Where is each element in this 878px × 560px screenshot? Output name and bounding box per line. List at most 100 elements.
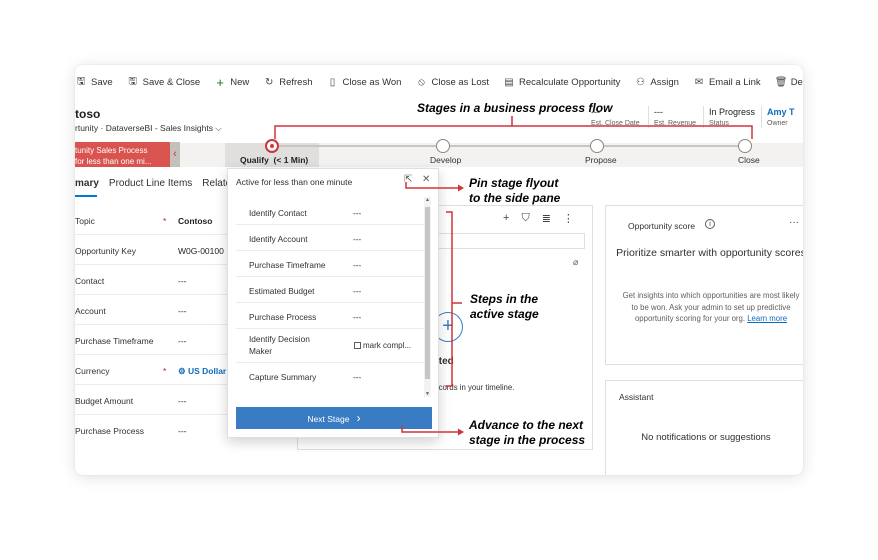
topic-field[interactable]: Contoso	[178, 216, 212, 226]
new-label: New	[230, 76, 250, 88]
recalculate-label: Recalculate Opportunity	[519, 76, 621, 88]
field-label: Opportunity Key	[75, 246, 136, 256]
mark-complete-checkbox[interactable]: mark compl...	[354, 341, 411, 350]
form-row-opportunity-key: Opportunity Key W0G-00100	[75, 235, 230, 265]
flyout-scrollbar[interactable]: ▲ ▼	[424, 197, 431, 397]
filter-icon[interactable]: ⛉	[521, 212, 529, 225]
stage-qualify-duration: (< 1 Min)	[273, 155, 309, 165]
step-identify-decision-maker[interactable]: Identify Decision Maker mark compl...	[236, 329, 424, 363]
close-as-won-label: Close as Won	[342, 76, 402, 88]
scroll-up-icon[interactable]: ▲	[424, 197, 431, 203]
step-purchase-timeframe[interactable]: Purchase Timeframe ---	[236, 251, 424, 277]
tab-summary[interactable]: mary	[75, 178, 99, 189]
delete-label: Delete	[790, 76, 803, 88]
step-value: ---	[353, 208, 362, 218]
annotation-pin-flyout: Pin stage flyout to the side pane	[469, 176, 560, 206]
step-identify-account[interactable]: Identify Account ---	[236, 225, 424, 251]
step-value: ---	[353, 372, 362, 382]
refresh-label: Refresh	[279, 76, 313, 88]
add-timeline-icon[interactable]: +	[503, 212, 509, 225]
step-capture-summary[interactable]: Capture Summary ---	[236, 363, 424, 389]
step-purchase-process[interactable]: Purchase Process ---	[236, 303, 424, 329]
close-as-won-button[interactable]: ▯ Close as Won	[327, 65, 402, 99]
assign-button[interactable]: ⚇ Assign	[634, 65, 679, 99]
info-icon[interactable]: i	[705, 219, 715, 229]
sort-list-icon[interactable]: ≣	[542, 212, 551, 225]
annotation-advance: Advance to the next stage in the process	[469, 418, 585, 448]
purchase-process-field[interactable]: ---	[178, 426, 187, 436]
learn-more-link[interactable]: Learn more	[747, 314, 787, 323]
field-label: Currency	[75, 366, 110, 376]
more-icon[interactable]: ⋮	[563, 212, 574, 225]
stage-close[interactable]: Close	[738, 155, 760, 165]
next-stage-button[interactable]: Next Stage ›	[236, 407, 432, 429]
pin-flyout-icon[interactable]: ⇱	[404, 174, 412, 185]
stage-develop[interactable]: Develop	[430, 155, 461, 165]
stage-marker-close[interactable]	[738, 139, 752, 153]
account-field[interactable]: ---	[178, 306, 187, 316]
currency-icon: ⚙	[178, 366, 188, 376]
save-button[interactable]: 🖫 Save	[75, 65, 113, 99]
timeline-search-input[interactable]	[438, 233, 585, 249]
checkbox-label: mark compl...	[363, 341, 412, 350]
close-icon[interactable]: ✕	[422, 174, 430, 185]
assistant-card: Assistant No notifications or suggestion…	[605, 380, 803, 475]
owner-link[interactable]: Amy T	[767, 107, 795, 117]
paperclip-icon[interactable]: ⌀	[573, 257, 578, 268]
form-row-budget-amount: Budget Amount ---	[75, 385, 230, 415]
stage-marker-develop[interactable]	[436, 139, 450, 153]
calculator-icon: ▤	[504, 76, 514, 88]
stage-marker-qualify[interactable]	[265, 139, 279, 153]
field-label: Purchase Process	[75, 426, 144, 436]
contact-field[interactable]: ---	[178, 276, 187, 286]
status-label: Status	[709, 120, 729, 127]
stage-qualify-label: Qualify	[240, 155, 269, 165]
score-heading: Prioritize smarter with opportunity scor…	[616, 247, 803, 259]
process-badge-title: tunity Sales Process	[75, 146, 148, 155]
est-revenue-label: Est. Revenue	[654, 120, 697, 127]
stage-marker-propose[interactable]	[590, 139, 604, 153]
close-as-lost-label: Close as Lost	[431, 76, 490, 88]
scroll-down-icon[interactable]: ▼	[424, 391, 431, 397]
annotation-steps-line1: Steps in the	[470, 292, 539, 306]
selected-tab-indicator	[75, 195, 97, 197]
new-button[interactable]: + New	[214, 65, 249, 99]
score-title: Opportunity score	[628, 221, 696, 231]
more-icon[interactable]: ···	[789, 217, 799, 228]
annotation-advance-line1: Advance to the next	[469, 418, 584, 432]
stage-propose[interactable]: Propose	[585, 155, 617, 165]
est-close-date-label: Est. Close Date	[591, 120, 640, 127]
save-close-button[interactable]: 🖫 Save & Close	[127, 65, 200, 99]
step-identify-contact[interactable]: Identify Contact ---	[236, 199, 424, 225]
summary-form: Topic * Contoso Opportunity Key W0G-00100 C…	[75, 205, 230, 445]
field-label: Contact	[75, 276, 105, 286]
currency-field[interactable]: ⚙ US Dollar	[178, 366, 226, 377]
budget-amount-field[interactable]: ---	[178, 396, 187, 406]
required-marker: *	[163, 216, 167, 226]
refresh-button[interactable]: ↻ Refresh	[263, 65, 312, 99]
save-icon: 🖫	[76, 75, 86, 87]
email-link-button[interactable]: ✉ Email a Link	[693, 65, 761, 99]
header-divider	[703, 106, 704, 128]
close-as-lost-button[interactable]: ⦸ Close as Lost	[415, 65, 489, 99]
field-label: Topic	[75, 216, 95, 226]
header-status: In Progress Status	[709, 107, 755, 127]
trash-icon: 🗑	[774, 76, 788, 88]
tab-product-line-items[interactable]: Product Line Items	[109, 178, 192, 189]
recalculate-opportunity-button[interactable]: ▤ Recalculate Opportunity	[503, 65, 620, 99]
delete-button[interactable]: 🗑Delete	[775, 65, 803, 99]
opportunity-key-field[interactable]: W0G-00100	[178, 246, 224, 256]
step-estimated-budget[interactable]: Estimated Budget ---	[236, 277, 424, 303]
step-name: Purchase Timeframe	[249, 260, 326, 270]
currency-value: US Dollar	[187, 366, 227, 376]
purchase-timeframe-field[interactable]: ---	[178, 336, 187, 346]
stage-qualify[interactable]: Qualify (< 1 Min)	[240, 155, 308, 165]
collapse-process-chevron-icon[interactable]: ‹	[170, 142, 180, 167]
field-label: Budget Amount	[75, 396, 134, 406]
app-window: 🖫 Save 🖫 Save & Close + New ↻ Refresh ▯ Close…	[75, 65, 803, 475]
record-subtitle[interactable]: rtunity · DataverseBI - Sales Insights ⌵	[75, 123, 222, 134]
plus-icon: +	[216, 74, 225, 90]
process-badge[interactable]: tunity Sales Process for less than one m…	[75, 142, 170, 167]
save-label: Save	[91, 76, 113, 88]
scrollbar-thumb[interactable]	[425, 207, 430, 379]
